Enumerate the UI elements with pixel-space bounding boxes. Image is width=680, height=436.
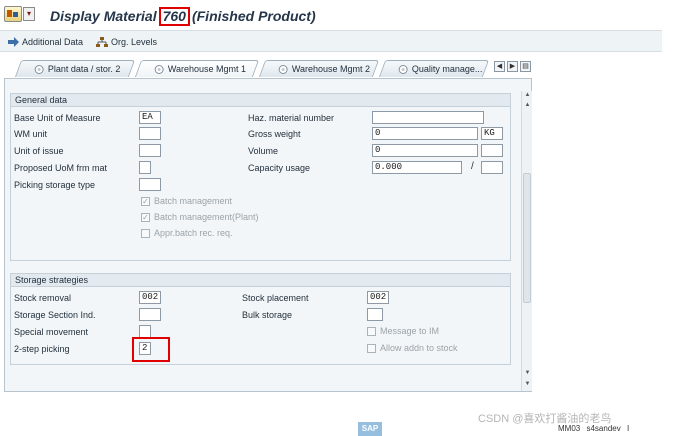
page-title: Display Material 760 (Finished Product) bbox=[50, 7, 316, 26]
tab-quality-management[interactable]: Quality manage... bbox=[378, 60, 490, 77]
capacity-separator: / bbox=[471, 161, 474, 172]
haz-material-field[interactable] bbox=[372, 111, 484, 124]
tab-label: Plant data / stor. 2 bbox=[47, 64, 121, 74]
storage-strategies-heading: Storage strategies bbox=[11, 274, 510, 287]
volume-field[interactable]: 0 bbox=[372, 144, 478, 157]
org-levels-label: Org. Levels bbox=[111, 37, 158, 47]
unit-of-issue-label: Unit of issue bbox=[14, 146, 64, 156]
tab-radio-icon bbox=[278, 64, 288, 74]
weight-unit-field[interactable]: KG bbox=[481, 127, 503, 140]
proposed-uom-label: Proposed UoM frm mat bbox=[14, 163, 108, 173]
wm-unit-label: WM unit bbox=[14, 129, 48, 139]
stock-removal-label: Stock removal bbox=[14, 293, 72, 303]
stock-placement-field[interactable]: 002 bbox=[367, 291, 389, 304]
capacity-usage-label: Capacity usage bbox=[248, 163, 311, 173]
message-to-im-checkbox[interactable] bbox=[367, 327, 376, 336]
batch-management-label: Batch management bbox=[154, 196, 233, 206]
tab-label: Warehouse Mgmt 1 bbox=[167, 64, 247, 74]
unit-of-issue-field[interactable] bbox=[139, 144, 161, 157]
scroll-up-arrow-icon[interactable]: ▲ bbox=[523, 91, 532, 100]
volume-unit-field[interactable] bbox=[481, 144, 503, 157]
scroll-down-arrow-icon[interactable]: ▼ bbox=[523, 380, 532, 389]
tab-list-icon[interactable]: ▤ bbox=[520, 61, 531, 72]
menu-dropdown-icon[interactable]: ▾ bbox=[23, 7, 35, 21]
storage-strategies-group: Storage strategies Stock removal 002 Sto… bbox=[10, 273, 511, 365]
batch-management-checkbox[interactable]: ✓ bbox=[141, 197, 150, 206]
stock-removal-field[interactable]: 002 bbox=[139, 291, 161, 304]
transaction-code: MM03 bbox=[558, 424, 581, 433]
allow-addn-to-stock-checkbox[interactable] bbox=[367, 344, 376, 353]
tab-strip: Plant data / stor. 2 Warehouse Mgmt 1 Wa… bbox=[0, 58, 662, 78]
status-bar: MM03 s4sandev I bbox=[558, 424, 633, 433]
menu-glyph-icon bbox=[7, 10, 18, 17]
additional-data-button[interactable]: Additional Data bbox=[8, 35, 83, 49]
tab-radio-icon bbox=[154, 64, 164, 74]
scroll-down-arrow-icon[interactable]: ▼ bbox=[523, 369, 532, 378]
gross-weight-field[interactable]: 0 bbox=[372, 127, 478, 140]
appr-batch-checkbox[interactable] bbox=[141, 229, 150, 238]
org-structure-icon bbox=[96, 37, 108, 47]
vertical-scrollbar[interactable]: ▲ ▲ ▼ ▼ bbox=[521, 91, 532, 391]
batch-management-plant-checkbox[interactable]: ✓ bbox=[141, 213, 150, 222]
status-indicator: I bbox=[626, 424, 630, 433]
appr-batch-label: Appr.batch rec. req. bbox=[154, 228, 233, 238]
capacity-usage-field[interactable]: 0.000 bbox=[372, 161, 462, 174]
sap-menu-icon[interactable] bbox=[4, 6, 22, 22]
tab-warehouse-mgmt-1[interactable]: Warehouse Mgmt 1 bbox=[134, 60, 260, 77]
message-to-im-label: Message to IM bbox=[380, 326, 440, 336]
gross-weight-label: Gross weight bbox=[248, 129, 301, 139]
two-step-picking-label: 2-step picking bbox=[14, 344, 70, 354]
tab-radio-icon bbox=[34, 64, 44, 74]
additional-data-label: Additional Data bbox=[22, 37, 84, 47]
allow-addn-to-stock-label: Allow addn to stock bbox=[380, 343, 458, 353]
base-uom-label: Base Unit of Measure bbox=[14, 113, 101, 123]
tab-warehouse-mgmt-2[interactable]: Warehouse Mgmt 2 bbox=[258, 60, 380, 77]
application-toolbar: Additional Data Org. Levels bbox=[0, 30, 662, 52]
tab-scroll-right-icon[interactable]: ▶ bbox=[507, 61, 518, 72]
tab-scroll-left-icon[interactable]: ◀ bbox=[494, 61, 505, 72]
base-uom-field[interactable]: EA bbox=[139, 111, 161, 124]
storage-section-ind-label: Storage Section Ind. bbox=[14, 310, 96, 320]
haz-material-label: Haz. material number bbox=[248, 113, 335, 123]
title-suffix: (Finished Product) bbox=[191, 8, 316, 24]
bulk-storage-label: Bulk storage bbox=[242, 310, 293, 320]
picking-storage-type-field[interactable] bbox=[139, 178, 161, 191]
general-data-group: General data Base Unit of Measure EA WM … bbox=[10, 93, 511, 261]
title-bar: ▾ Display Material 760 (Finished Product) bbox=[0, 0, 680, 30]
arrow-right-icon bbox=[8, 37, 19, 47]
tab-radio-icon bbox=[398, 64, 408, 74]
capacity-unit-field[interactable] bbox=[481, 161, 503, 174]
picking-storage-type-label: Picking storage type bbox=[14, 180, 96, 190]
system-name: s4sandev bbox=[586, 424, 621, 433]
scroll-up-arrow-icon[interactable]: ▲ bbox=[523, 101, 532, 110]
title-prefix: Display Material bbox=[50, 8, 157, 24]
scrollbar-thumb[interactable] bbox=[523, 173, 531, 303]
two-step-picking-highlight bbox=[132, 337, 170, 362]
wm-unit-field[interactable] bbox=[139, 127, 161, 140]
tab-label: Warehouse Mgmt 2 bbox=[291, 64, 371, 74]
tab-label: Quality manage... bbox=[411, 64, 483, 74]
volume-label: Volume bbox=[248, 146, 279, 156]
bulk-storage-field[interactable] bbox=[367, 308, 383, 321]
tab-content-area: General data Base Unit of Measure EA WM … bbox=[4, 78, 532, 392]
general-data-heading: General data bbox=[11, 94, 510, 107]
stock-placement-label: Stock placement bbox=[242, 293, 309, 303]
special-movement-label: Special movement bbox=[14, 327, 89, 337]
tab-plant-data-stor-2[interactable]: Plant data / stor. 2 bbox=[14, 60, 136, 77]
org-levels-button[interactable]: Org. Levels bbox=[96, 35, 157, 49]
sap-logo: SAP bbox=[358, 422, 382, 436]
proposed-uom-field[interactable] bbox=[139, 161, 151, 174]
storage-section-ind-field[interactable] bbox=[139, 308, 161, 321]
material-number: 760 bbox=[158, 7, 190, 26]
batch-management-plant-label: Batch management(Plant) bbox=[154, 212, 259, 222]
